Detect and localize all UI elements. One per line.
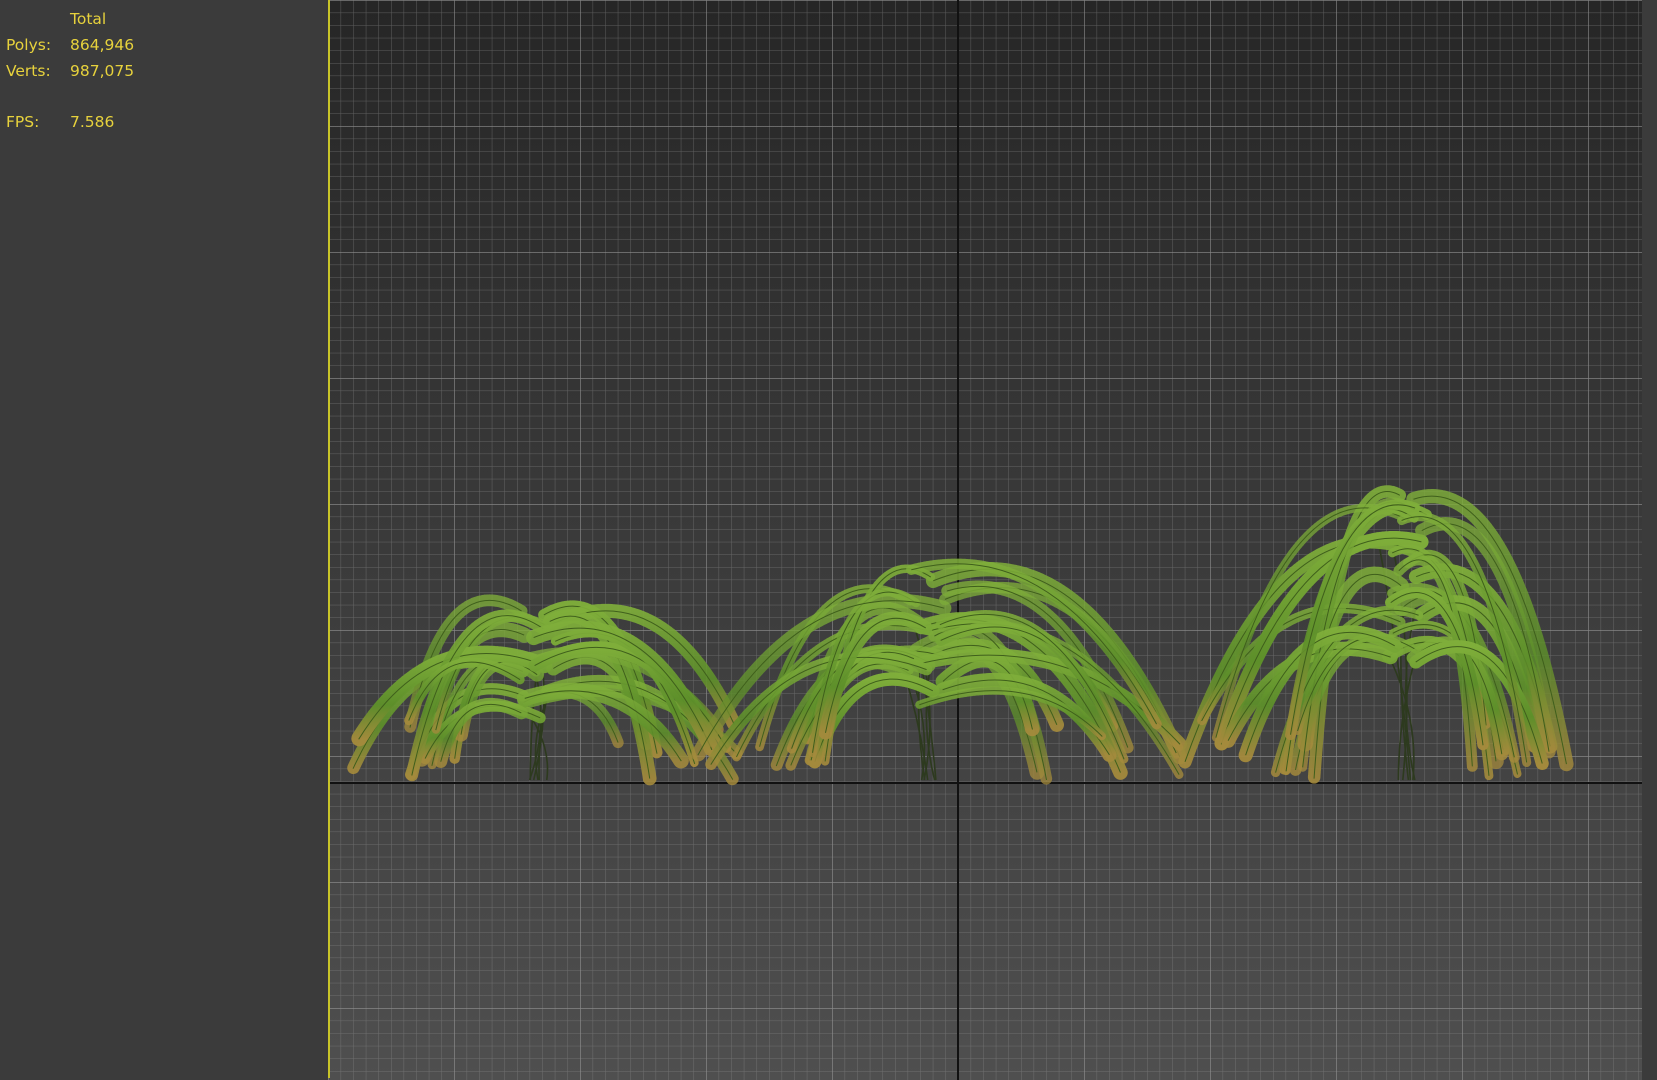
statistics-panel: Total Polys: 864,946 Verts: 987,075 FPS:… [0,0,328,1080]
verts-label: Verts: [6,62,51,80]
stats-header: Total [70,6,106,32]
fps-value: 7.586 [70,113,115,131]
stats-header-label: Total [70,10,107,28]
polys-label: Polys: [6,36,52,54]
grid-major [328,0,1642,1080]
viewport-canvas[interactable] [328,0,1642,1080]
front-viewport[interactable] [328,0,1642,1080]
verts-value: 987,075 [70,62,135,80]
right-panel-edge [1642,0,1657,1080]
fps-label: FPS: [6,113,40,131]
polys-value: 864,946 [70,36,135,54]
